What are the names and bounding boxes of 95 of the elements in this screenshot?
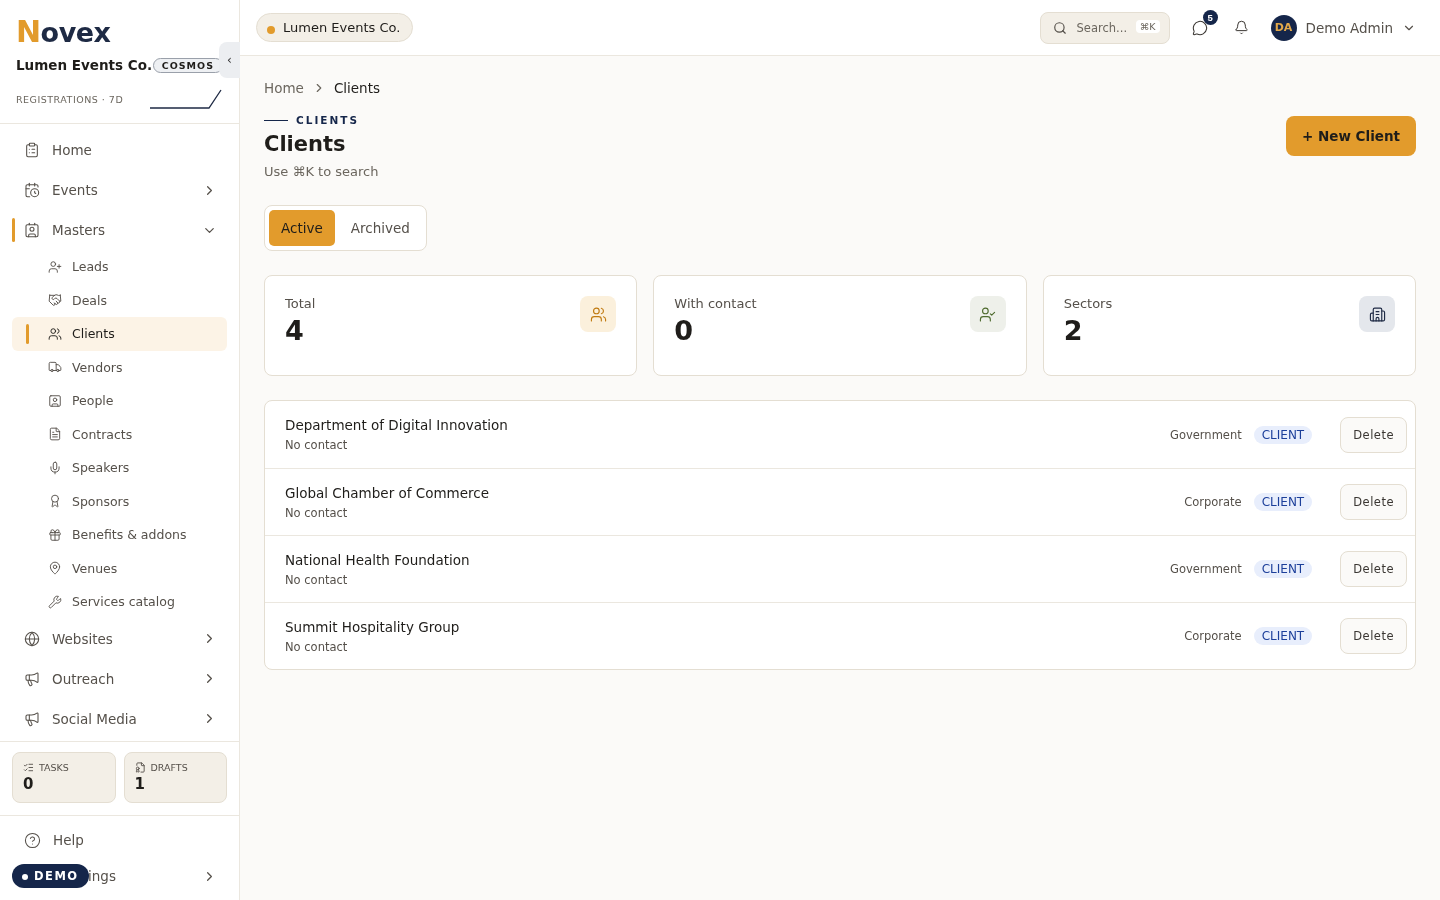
nav-icon xyxy=(24,710,40,727)
client-name: National Health Foundation xyxy=(285,551,471,568)
client-contact: No contact xyxy=(285,438,349,452)
client-tag: CLIENT xyxy=(1253,425,1313,444)
breadcrumb-link[interactable]: Home xyxy=(264,80,304,96)
counter-value: 1 xyxy=(134,775,146,793)
nav-item[interactable]: Help xyxy=(12,822,227,858)
counter-card[interactable]: DRAFTS 1 xyxy=(123,752,227,803)
stat-value: 4 xyxy=(285,315,305,346)
user-check-icon xyxy=(969,296,1006,332)
client-name: Summit Hospitality Group xyxy=(285,618,461,635)
nav-icon xyxy=(48,427,62,442)
nav-icon xyxy=(24,222,40,238)
page-eyebrow: CLIENTS xyxy=(264,114,379,126)
nav-icon xyxy=(48,527,62,542)
tab[interactable]: Active xyxy=(269,210,335,246)
nav-subitem[interactable]: Deals xyxy=(12,283,227,317)
client-sector: Corporate xyxy=(1184,629,1242,643)
nav-subitem[interactable]: Vendors xyxy=(12,350,227,384)
nav-icon xyxy=(24,182,40,198)
logo: Novex xyxy=(16,14,111,49)
client-tag: CLIENT xyxy=(1253,560,1313,578)
nav-subitem[interactable]: Sponsors xyxy=(12,484,227,518)
nav-icon xyxy=(24,142,40,158)
search-icon xyxy=(1052,20,1067,35)
client-sector: Corporate xyxy=(1184,495,1242,509)
client-name: Department of Digital Innovation xyxy=(285,417,509,433)
count-badge: 5 xyxy=(1202,9,1218,25)
nav-subitem[interactable]: Venues xyxy=(12,551,227,585)
workspace-chip[interactable]: Lumen Events Co. xyxy=(256,13,414,42)
breadcrumb-link[interactable]: Clients xyxy=(333,80,380,96)
stat-label: With contact xyxy=(674,296,757,311)
nav-icon xyxy=(48,494,62,509)
workspace-name: Lumen Events Co. xyxy=(16,57,153,73)
messages-button[interactable]: 5 xyxy=(1181,9,1218,46)
metric-label: REGISTRATIONS · 7D xyxy=(16,93,124,105)
page-title: Clients xyxy=(264,132,347,156)
stat-label: Sectors xyxy=(1063,296,1113,311)
tab[interactable]: Archived xyxy=(338,210,422,246)
counter-card[interactable]: TASKS 0 xyxy=(12,752,116,803)
nav-item[interactable]: ings xyxy=(88,858,227,894)
client-tag: CLIENT xyxy=(1253,493,1313,511)
client-name: Global Chamber of Commerce xyxy=(285,484,491,501)
client-contact: No contact xyxy=(285,639,349,654)
nav-icon xyxy=(48,326,62,341)
delete-button[interactable]: Delete xyxy=(1340,484,1407,520)
nav-item[interactable]: Websites xyxy=(12,618,227,659)
nav-subitem[interactable]: Speakers xyxy=(12,451,227,485)
nav-item[interactable]: Events xyxy=(12,170,227,210)
stat-label: Total xyxy=(285,296,316,311)
nav-item[interactable]: Social Media xyxy=(12,698,227,739)
nav-icon xyxy=(48,293,62,308)
user-menu[interactable]: DA Demo Admin xyxy=(1270,14,1416,41)
nav-icon xyxy=(48,259,62,274)
nav-subitem[interactable]: People xyxy=(12,384,227,418)
help-icon xyxy=(24,831,41,849)
document-icon xyxy=(134,762,146,773)
nav-subitem[interactable]: Benefits & addons xyxy=(12,518,227,552)
bell-icon xyxy=(1233,20,1249,35)
delete-button[interactable]: Delete xyxy=(1340,618,1407,654)
stat-value: 2 xyxy=(1063,315,1084,346)
nav-icon xyxy=(48,561,62,576)
counter-label: TASKS xyxy=(39,762,69,773)
new-client-button[interactable]: + New Client xyxy=(1285,116,1416,156)
nav-icon xyxy=(48,360,62,375)
chat-bubble-icon xyxy=(1191,19,1208,36)
building-icon xyxy=(1359,296,1395,332)
nav-item[interactable]: Masters xyxy=(12,210,227,250)
nav-subitem[interactable]: Services catalog xyxy=(12,585,227,619)
delete-button[interactable]: Delete xyxy=(1340,416,1407,453)
nav-icon xyxy=(48,594,62,609)
counter-value: 0 xyxy=(23,775,35,793)
counter-label: DRAFTS xyxy=(150,762,188,773)
page-subtitle: Use ⌘K to search xyxy=(264,164,379,179)
nav-item[interactable]: Home xyxy=(12,130,227,170)
client-sector: Government xyxy=(1170,562,1242,576)
nav-item[interactable]: Outreach xyxy=(12,658,227,699)
client-sector: Government xyxy=(1170,427,1242,442)
client-contact: No contact xyxy=(285,572,349,587)
nav-icon xyxy=(24,630,40,647)
client-tag: CLIENT xyxy=(1253,627,1313,645)
nav-icon xyxy=(24,670,40,687)
delete-button[interactable]: Delete xyxy=(1340,551,1407,587)
users-icon xyxy=(580,296,617,332)
nav-subitem[interactable]: Contracts xyxy=(12,417,227,451)
nav-icon xyxy=(48,393,62,408)
user-avatar: DA xyxy=(1270,14,1297,41)
checklist-icon xyxy=(23,762,34,773)
client-contact: No contact xyxy=(285,505,349,520)
nav-icon xyxy=(48,460,62,475)
nav-subitem[interactable]: Clients xyxy=(12,317,227,351)
collapse-button[interactable]: ‹ xyxy=(219,42,240,78)
demo-badge: DEMO xyxy=(12,864,89,888)
nav-subitem[interactable]: Leads xyxy=(12,250,227,284)
stat-value: 0 xyxy=(674,315,695,346)
